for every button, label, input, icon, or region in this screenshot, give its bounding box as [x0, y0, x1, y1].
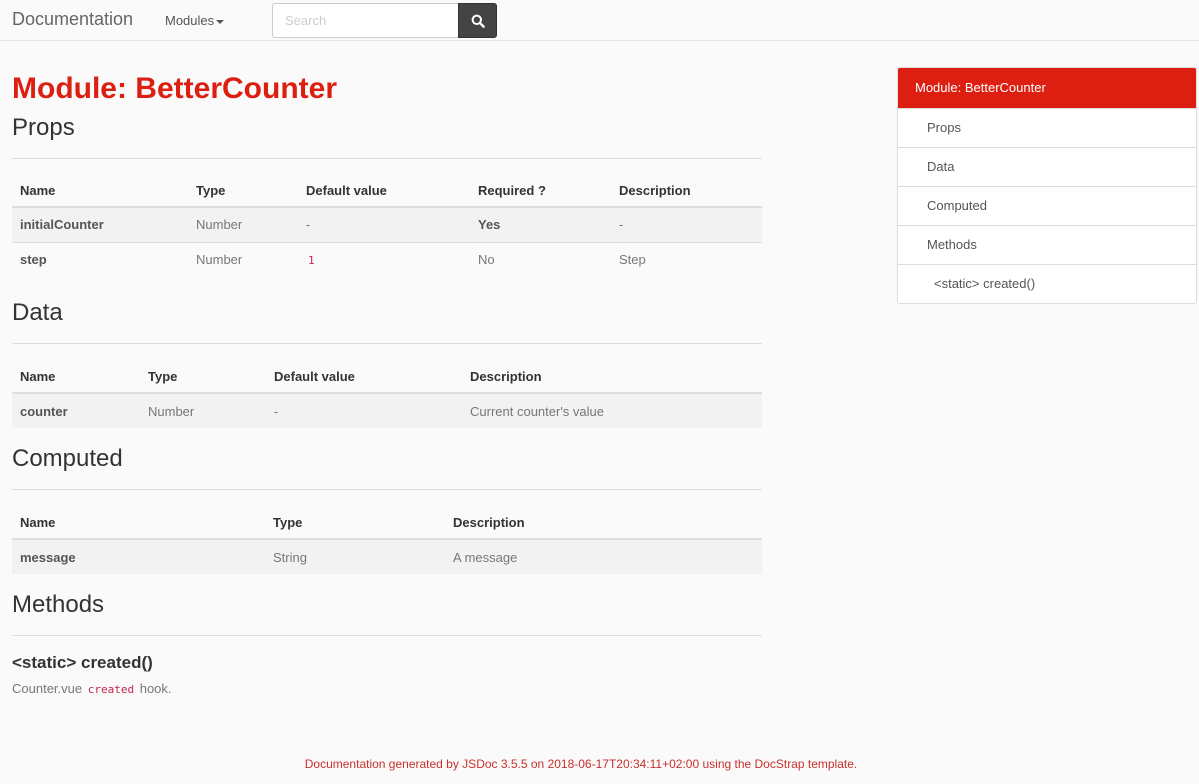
data-divider [12, 343, 762, 344]
column-header: Type [265, 503, 445, 540]
toc-item-computed[interactable]: Computed [898, 186, 1196, 225]
column-header: Description [611, 171, 762, 208]
method-description: Counter.vue created hook. [12, 680, 762, 699]
search-icon [471, 14, 485, 28]
prop-default: - [298, 207, 470, 243]
data-default: - [266, 393, 462, 428]
method-desc-suffix: hook. [139, 681, 172, 696]
search-input[interactable] [272, 3, 459, 38]
table-row: step Number 1 No Step [12, 242, 762, 277]
modules-dropdown-label: Modules [165, 13, 215, 28]
table-header-row: Name Type Default value Required ? Descr… [12, 171, 762, 208]
column-header: Default value [266, 357, 462, 394]
search-button[interactable] [458, 3, 497, 38]
prop-name: step [20, 252, 47, 268]
method-signature: <static> created() [12, 653, 153, 672]
toc-sidebar: Module: BetterCounter Props Data Compute… [897, 67, 1197, 304]
top-navbar: Documentation Modules [0, 0, 1199, 41]
prop-description: Step [619, 252, 646, 268]
computed-table: Name Type Description message String A m… [12, 503, 762, 574]
footer-text: Documentation generated by JSDoc 3.5.5 o… [304, 757, 858, 771]
toc-item-methods[interactable]: Methods [898, 225, 1196, 264]
prop-type: Number [196, 252, 243, 268]
column-header: Type [188, 171, 298, 208]
main-content: Module: BetterCounter Props Name Type De… [12, 41, 762, 699]
caret-down-icon [216, 19, 225, 24]
column-header: Description [445, 503, 762, 540]
column-header: Name [12, 171, 188, 208]
computed-name: message [12, 539, 265, 574]
toc-item-created[interactable]: <static> created() [898, 264, 1196, 303]
table-header-row: Name Type Default value Description [12, 357, 762, 394]
data-type: Number [140, 393, 266, 428]
column-header: Name [12, 503, 265, 540]
props-table: Name Type Default value Required ? Descr… [12, 171, 762, 277]
default-value-code: 1 [308, 254, 315, 268]
data-name: counter [12, 393, 140, 428]
brand-link[interactable]: Documentation [12, 9, 133, 30]
data-heading: Data [12, 299, 63, 326]
column-header: Required ? [470, 171, 611, 208]
data-description: Current counter's value [462, 393, 762, 428]
column-header: Default value [298, 171, 470, 208]
computed-type: String [265, 539, 445, 574]
computed-heading: Computed [12, 445, 123, 472]
table-row: initialCounter Number - Yes - [12, 207, 762, 243]
table-header-row: Name Type Description [12, 503, 762, 540]
computed-divider [12, 489, 762, 490]
prop-type: Number [188, 207, 298, 243]
page-title: Module: BetterCounter [12, 72, 337, 105]
prop-description: - [611, 207, 762, 243]
method-desc-code: created [87, 683, 135, 696]
toc-item-props[interactable]: Props [898, 108, 1196, 147]
toc-item-module[interactable]: Module: BetterCounter [898, 68, 1196, 108]
column-header: Description [462, 357, 762, 394]
toc-item-data[interactable]: Data [898, 147, 1196, 186]
prop-required: No [478, 252, 495, 268]
prop-default: 1 [298, 242, 470, 277]
methods-heading: Methods [12, 591, 105, 618]
column-header: Name [12, 357, 140, 394]
data-table: Name Type Default value Description coun… [12, 357, 762, 428]
column-header: Type [140, 357, 266, 394]
props-divider [12, 158, 762, 159]
props-heading: Props [12, 114, 75, 141]
table-row: counter Number - Current counter's value [12, 393, 762, 428]
method-desc-prefix: Counter.vue [12, 681, 83, 696]
methods-divider [12, 635, 762, 636]
table-row: message String A message [12, 539, 762, 574]
prop-name: initialCounter [12, 207, 188, 243]
modules-dropdown[interactable]: Modules [165, 13, 225, 28]
computed-description: A message [445, 539, 762, 574]
prop-required: Yes [470, 207, 611, 243]
